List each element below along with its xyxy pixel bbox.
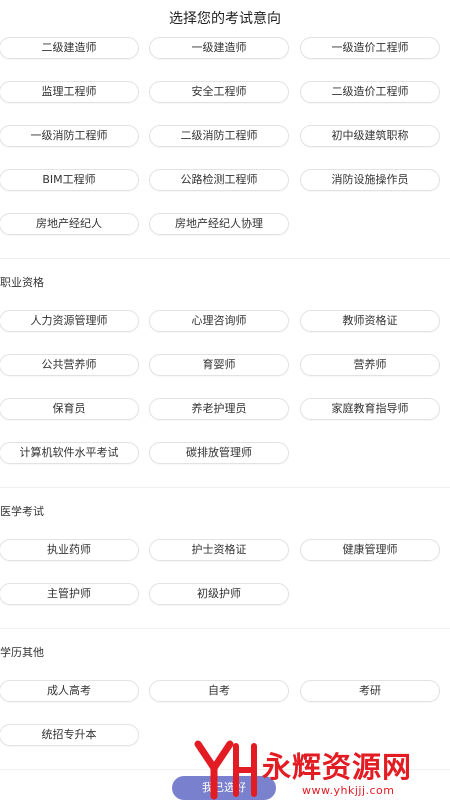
option-item[interactable]: 安全工程师 xyxy=(149,81,289,103)
option-item[interactable]: 房地产经纪人协理 xyxy=(149,213,289,235)
option-item[interactable]: 初级护师 xyxy=(149,583,289,605)
option-item[interactable]: 养老护理员 xyxy=(149,398,289,420)
option-item[interactable]: 育婴师 xyxy=(149,354,289,376)
option-item[interactable]: 家庭教育指导师 xyxy=(300,398,440,420)
option-item[interactable]: 统招专升本 xyxy=(0,724,139,746)
section-title-education: 学历其他 xyxy=(0,646,44,659)
option-item[interactable]: 房地产经纪人 xyxy=(0,213,139,235)
option-item[interactable]: 一级建造师 xyxy=(149,37,289,59)
option-item[interactable]: 一级造价工程师 xyxy=(300,37,440,59)
section-divider xyxy=(0,258,450,259)
watermark-brand: 永辉资源网 xyxy=(262,750,413,784)
section-divider xyxy=(0,487,450,488)
option-item[interactable]: 成人高考 xyxy=(0,680,139,702)
option-item[interactable]: 保育员 xyxy=(0,398,139,420)
option-item[interactable]: 执业药师 xyxy=(0,539,139,561)
option-item[interactable]: 监理工程师 xyxy=(0,81,139,103)
watermark: 永辉资源网 www.yhkjjj.com xyxy=(192,738,450,802)
option-item[interactable]: 碳排放管理师 xyxy=(149,442,289,464)
option-item[interactable]: 自考 xyxy=(149,680,289,702)
page-title: 选择您的考试意向 xyxy=(169,11,281,27)
option-item[interactable]: 二级消防工程师 xyxy=(149,125,289,147)
option-item[interactable]: 计算机软件水平考试 xyxy=(0,442,139,464)
option-item[interactable]: 公路检测工程师 xyxy=(149,169,289,191)
watermark-logo-icon xyxy=(194,740,257,800)
option-item[interactable]: 初中级建筑职称 xyxy=(300,125,440,147)
option-item[interactable]: 营养师 xyxy=(300,354,440,376)
option-item[interactable]: BIM工程师 xyxy=(0,169,139,191)
section-title-medical: 医学考试 xyxy=(0,505,44,518)
option-item[interactable]: 公共营养师 xyxy=(0,354,139,376)
option-item[interactable]: 考研 xyxy=(300,680,440,702)
section-divider xyxy=(0,628,450,629)
option-item[interactable]: 一级消防工程师 xyxy=(0,125,139,147)
option-item[interactable]: 二级造价工程师 xyxy=(300,81,440,103)
option-item[interactable]: 心理咨询师 xyxy=(149,310,289,332)
option-item[interactable]: 二级建造师 xyxy=(0,37,139,59)
option-item[interactable]: 消防设施操作员 xyxy=(300,169,440,191)
option-item[interactable]: 人力资源管理师 xyxy=(0,310,139,332)
option-item[interactable]: 教师资格证 xyxy=(300,310,440,332)
watermark-url: www.yhkjjj.com xyxy=(302,784,395,797)
option-item[interactable]: 健康管理师 xyxy=(300,539,440,561)
option-item[interactable]: 主管护师 xyxy=(0,583,139,605)
section-title-vocational: 职业资格 xyxy=(0,276,44,289)
option-item[interactable]: 护士资格证 xyxy=(149,539,289,561)
